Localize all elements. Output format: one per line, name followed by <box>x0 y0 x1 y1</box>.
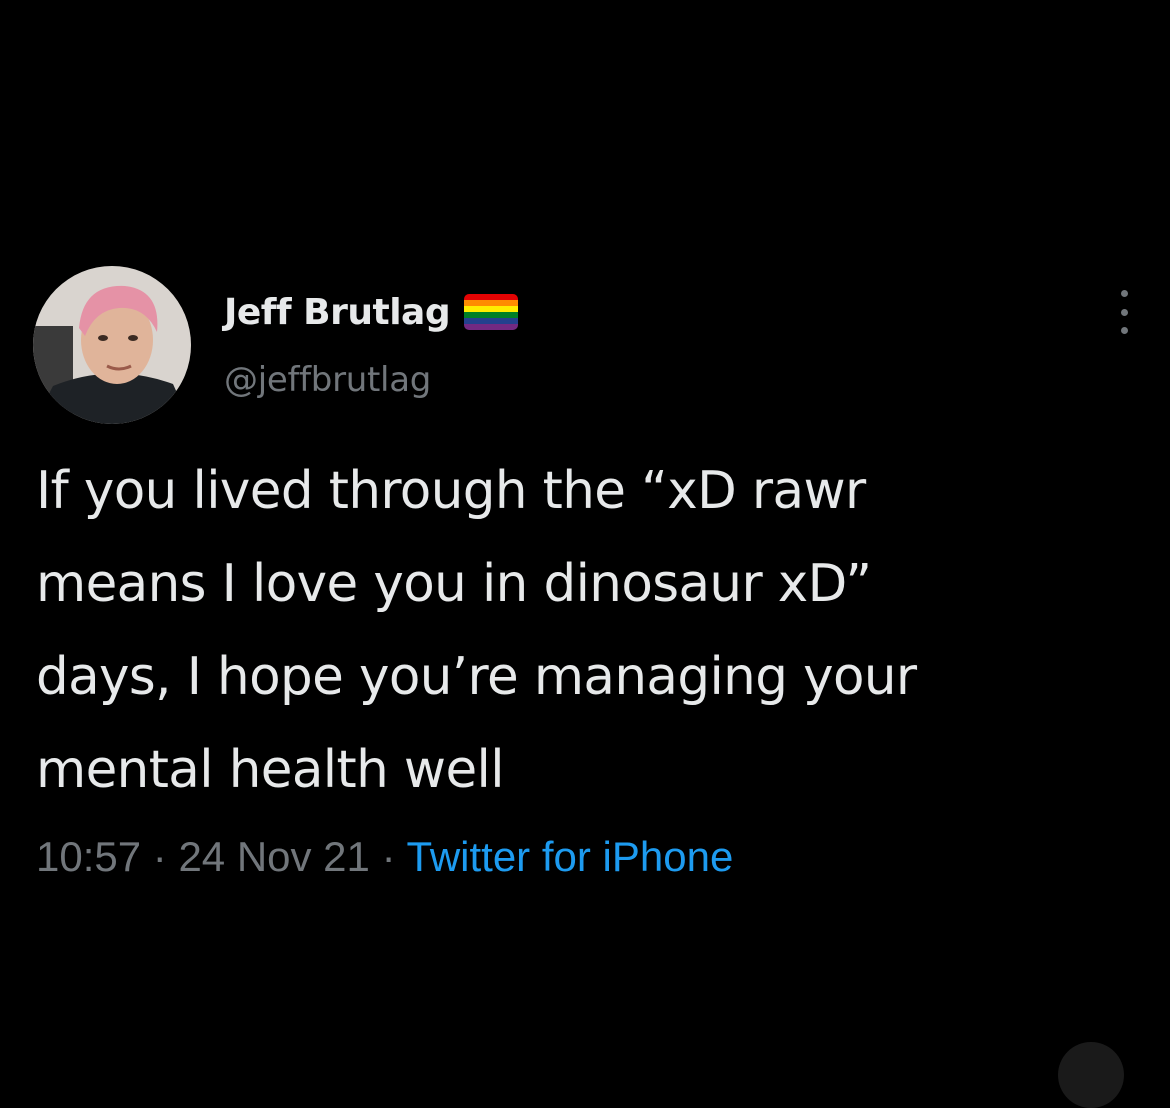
user-handle[interactable]: @jeffbrutlag <box>224 360 431 400</box>
flag-stripe <box>464 324 519 330</box>
display-name[interactable]: Jeff Brutlag <box>224 292 451 333</box>
more-vertical-icon <box>1120 308 1128 316</box>
avatar[interactable] <box>33 266 191 424</box>
tweet-time[interactable]: 10:57 <box>36 833 141 880</box>
tweet-text-line: mental health well <box>36 740 505 800</box>
display-name-row: Jeff Brutlag <box>224 284 519 340</box>
tweet-text-line: If you lived through the “xD rawr <box>36 461 866 521</box>
tweet-text-line: days, I hope you’re managing your <box>36 647 917 707</box>
floating-button[interactable] <box>1058 1042 1124 1108</box>
more-vertical-icon <box>1120 290 1128 297</box>
more-vertical-icon <box>1120 327 1128 334</box>
tweet-source-link[interactable]: Twitter for iPhone <box>406 833 733 880</box>
tweet-text-line: means I love you in dinosaur xD” <box>36 554 872 614</box>
tweet-text: If you lived through the “xD rawr means … <box>36 445 1146 817</box>
meta-separator: · <box>141 833 179 880</box>
meta-separator: · <box>369 833 407 880</box>
rainbow-flag-icon <box>464 294 519 330</box>
more-options-button[interactable] <box>1104 290 1144 334</box>
tweet: Jeff Brutlag @jeffbrutlag If you lived t… <box>0 0 1170 1108</box>
tweet-meta: 10:57 · 24 Nov 21 · Twitter for iPhone <box>36 832 733 882</box>
tweet-date[interactable]: 24 Nov 21 <box>178 833 369 880</box>
avatar-photo-icon <box>33 266 191 424</box>
